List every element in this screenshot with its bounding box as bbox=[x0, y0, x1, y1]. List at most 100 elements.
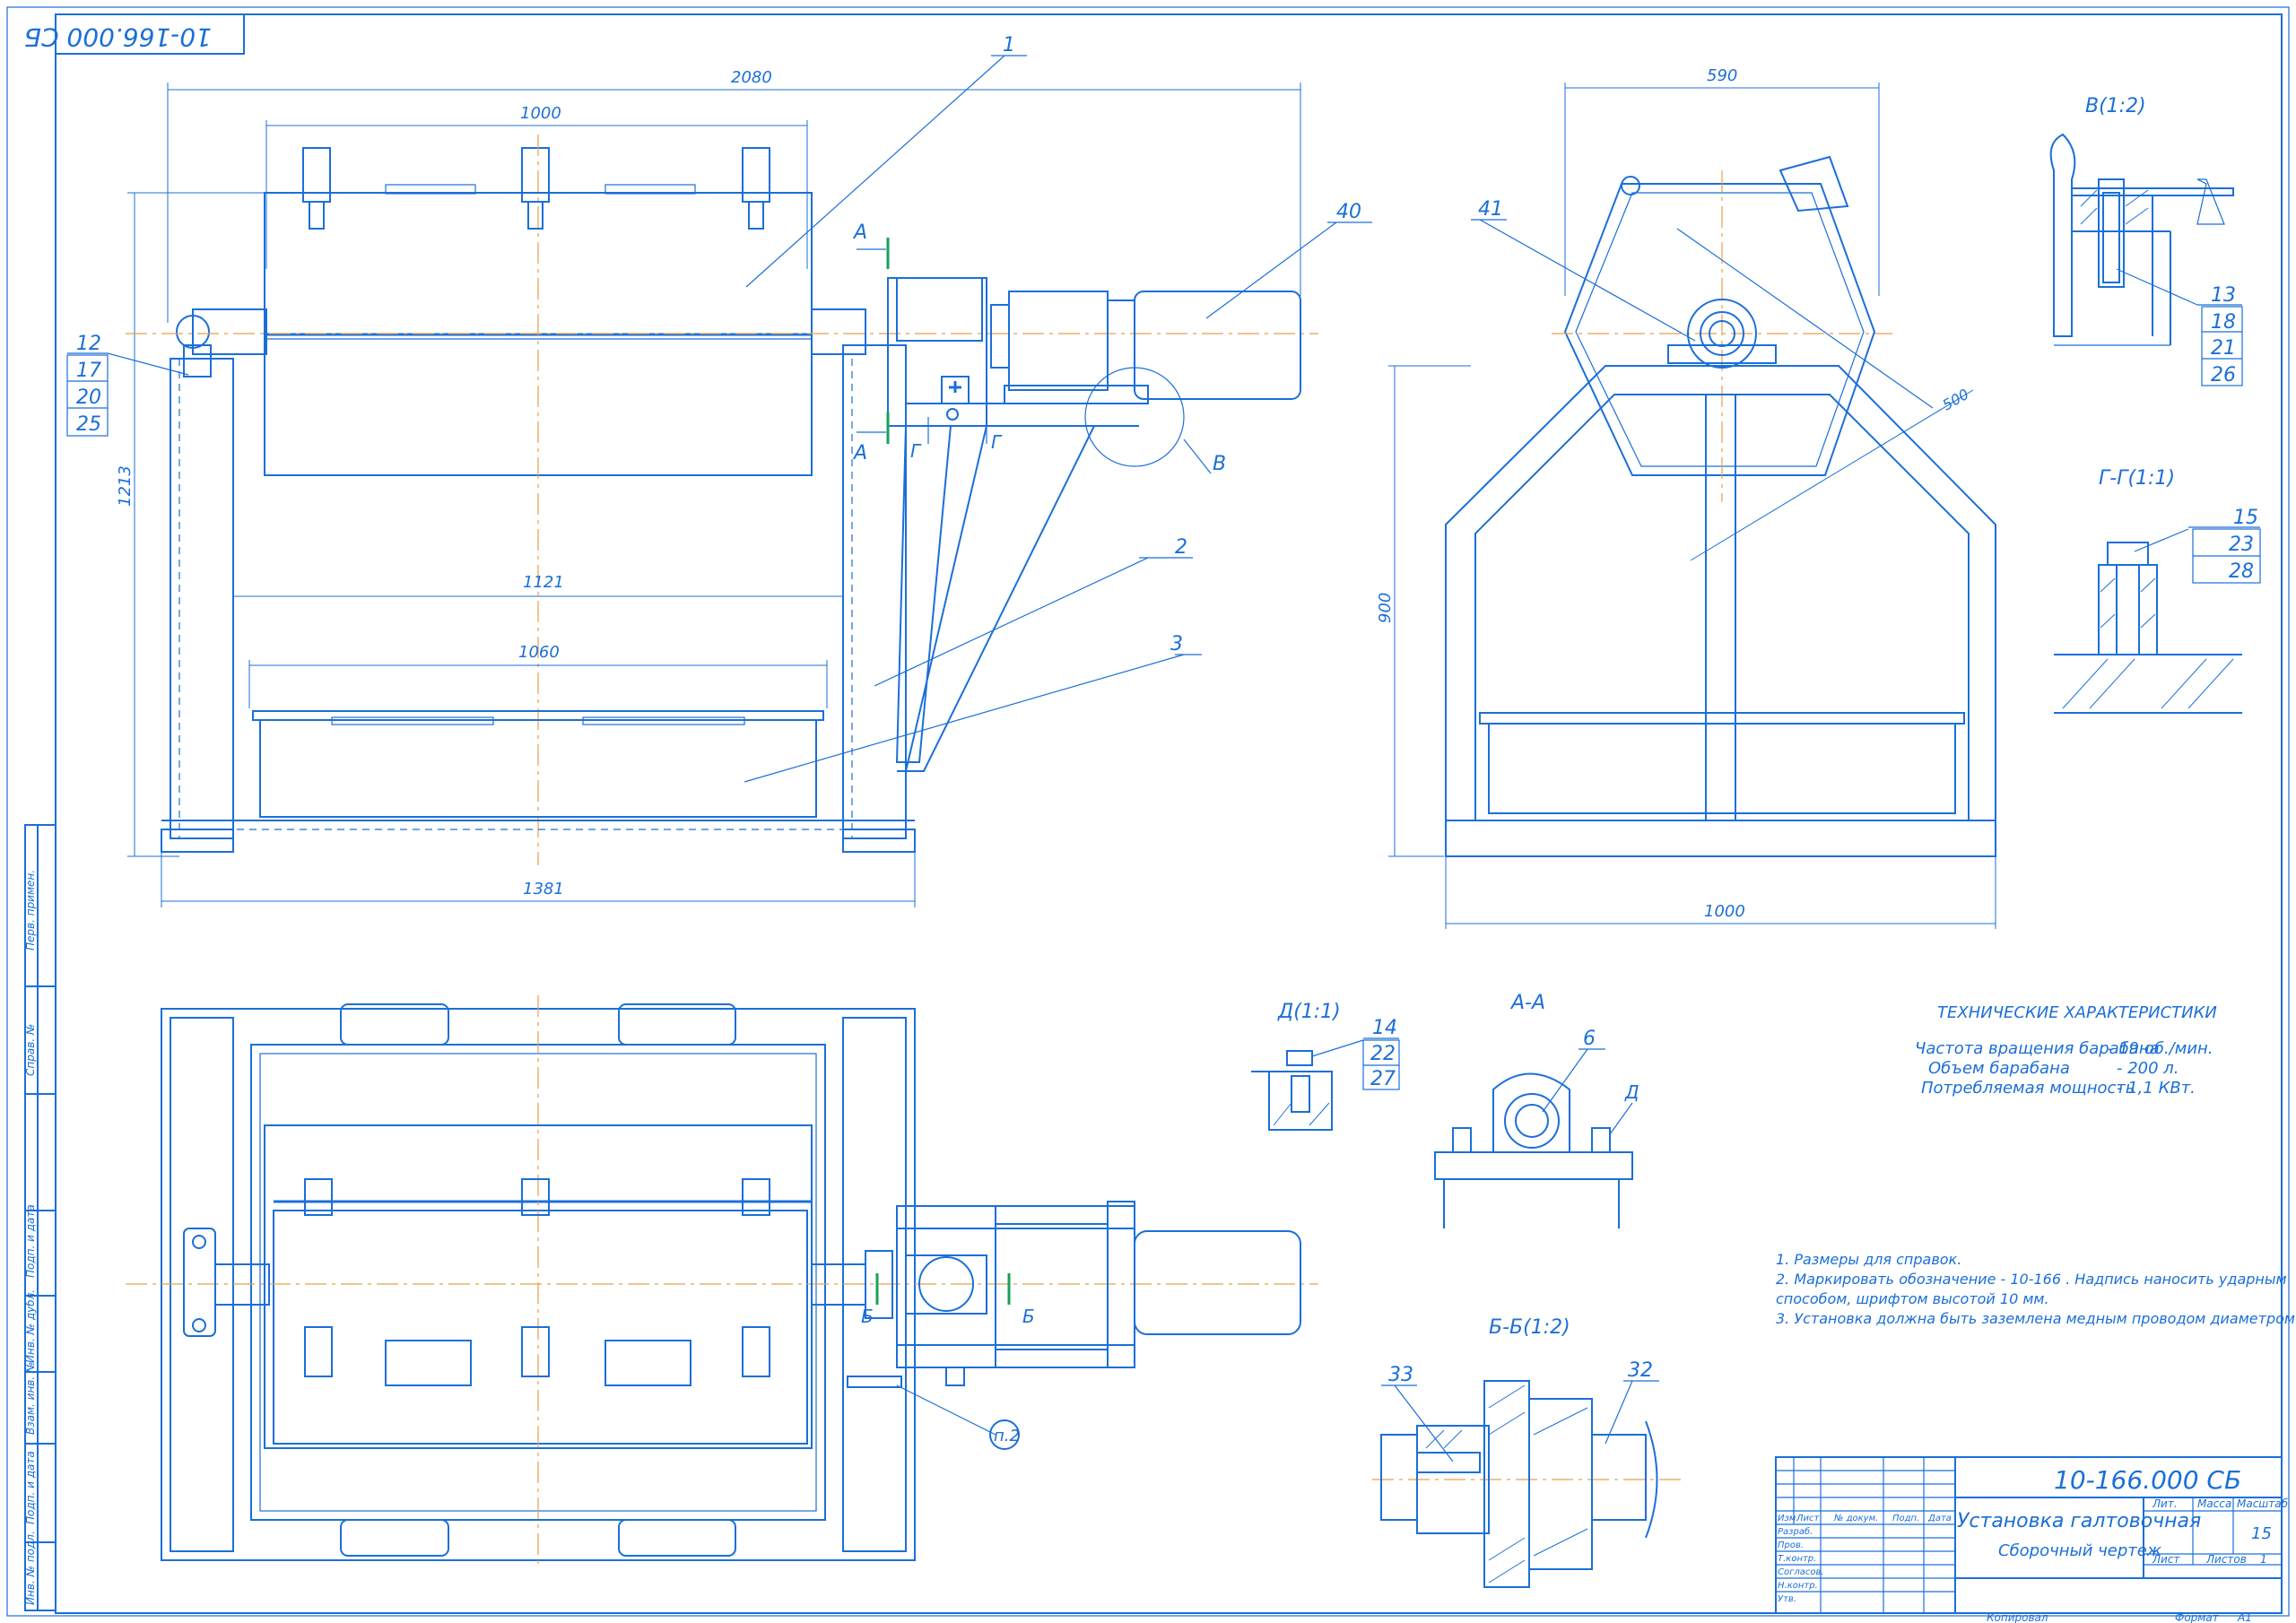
hdr-2: № докум. bbox=[1833, 1514, 1878, 1523]
view-bb-title: Б-Б(1:2) bbox=[1489, 1316, 1570, 1339]
specs-title: ТЕХНИЧЕСКИЕ ХАРАКТЕРИСТИКИ bbox=[1937, 1003, 2217, 1022]
title-col-mass: Масса bbox=[2197, 1497, 2231, 1510]
spec-label-1: Объем барабана bbox=[1928, 1059, 2070, 1078]
hdr-0: Изм. bbox=[1778, 1514, 1799, 1523]
section-view-aa: А-А 6 Д bbox=[1434, 992, 1639, 1228]
role-4: Н.контр. bbox=[1778, 1581, 1818, 1591]
title-sheets-value: 1 bbox=[2260, 1553, 2267, 1566]
outer-frame bbox=[6, 6, 2290, 1617]
strip-label-4: Взам. инв. № bbox=[24, 1362, 37, 1435]
view-v-title: В(1:2) bbox=[2085, 95, 2146, 117]
section-view-bb: Б-Б(1:2) 33 32 bbox=[1372, 1316, 1686, 1588]
pos-32: 32 bbox=[1628, 1359, 1653, 1382]
title-name: Установка галтовочная bbox=[1957, 1510, 2201, 1532]
section-mark-d: Д bbox=[1624, 1081, 1639, 1103]
dim-1381: 1381 bbox=[523, 880, 564, 898]
dim-2080: 2080 bbox=[731, 68, 772, 87]
pos-14: 14 bbox=[1372, 1017, 1397, 1039]
section-mark-a-bottom: А bbox=[852, 442, 867, 464]
pos-6: 6 bbox=[1583, 1028, 1596, 1050]
format-value: А1 bbox=[2237, 1611, 2252, 1623]
dim-590: 590 bbox=[1707, 66, 1737, 85]
pos-25: 25 bbox=[76, 413, 101, 436]
note-3: 3. Установка должна быть заземлена медны… bbox=[1776, 1310, 2296, 1327]
strip-label-2: Подп. и дата bbox=[24, 1204, 37, 1278]
note-2: способом, шрифтом высотой 10 мм. bbox=[1776, 1290, 2049, 1307]
section-mark-b-left: Б bbox=[861, 1306, 874, 1327]
pos-41: 41 bbox=[1478, 198, 1503, 221]
strip-label-3: Инв. № дубл. bbox=[24, 1289, 37, 1363]
rotated-doc-code: 10-166.000 СБ bbox=[24, 22, 212, 52]
detail-view-v: В(1:2) 13 18 21 26 bbox=[2049, 95, 2243, 386]
section-mark-a-top: А bbox=[852, 221, 867, 244]
pos-17: 17 bbox=[76, 360, 101, 382]
title-scale: 15 bbox=[2251, 1524, 2272, 1543]
section-mark-g-right: Г bbox=[991, 431, 1003, 453]
strip-label-1: Справ. № bbox=[24, 1024, 37, 1076]
pos-18: 18 bbox=[2211, 311, 2236, 334]
section-mark-g-left: Г bbox=[910, 440, 922, 462]
title-sheets-label: Листов bbox=[2205, 1553, 2247, 1566]
pos-3: 3 bbox=[1170, 633, 1183, 655]
detail-view-d: Д(1:1) 14 22 27 bbox=[1251, 1001, 1400, 1131]
note-ref: п.2 bbox=[994, 1427, 1020, 1445]
front-view: 2080 1000 1213 1121 1060 1381 А А Г Г 1 … bbox=[66, 34, 1372, 907]
role-2: Т.контр. bbox=[1778, 1554, 1816, 1564]
title-subtitle: Сборочный чертеж bbox=[1998, 1541, 2162, 1560]
section-mark-b-right: Б bbox=[1022, 1306, 1035, 1327]
pos-2: 2 bbox=[1175, 536, 1187, 559]
spec-value-0: - 19 об./мин. bbox=[2108, 1039, 2213, 1058]
dim-1000-side: 1000 bbox=[1704, 902, 1745, 921]
strip-label-0: Перв. примен. bbox=[24, 870, 37, 950]
hdr-1: Лист bbox=[1796, 1514, 1821, 1523]
pos-26: 26 bbox=[2211, 364, 2236, 386]
pos-13: 13 bbox=[2211, 284, 2236, 307]
strip-label-6: Инв. № подл. bbox=[24, 1531, 37, 1605]
section-view-gg: Г-Г(1:1) 15 23 28 bbox=[2054, 467, 2261, 714]
title-col-scale: Масштаб bbox=[2237, 1497, 2289, 1510]
dim-1000-front: 1000 bbox=[520, 104, 561, 123]
title-code: 10-166.000 СБ bbox=[2054, 1465, 2241, 1495]
pos-27: 27 bbox=[1370, 1068, 1396, 1090]
view-d-title: Д(1:1) bbox=[1277, 1001, 1341, 1023]
strip-label-5: Подп. и дата bbox=[24, 1451, 37, 1524]
pos-33: 33 bbox=[1388, 1364, 1413, 1386]
dim-1121: 1121 bbox=[523, 573, 564, 592]
spec-value-2: - 1,1 КВт. bbox=[2117, 1079, 2196, 1098]
dim-900: 900 bbox=[1376, 593, 1395, 623]
tech-specs: ТЕХНИЧЕСКИЕ ХАРАКТЕРИСТИКИ Частота враще… bbox=[1915, 1003, 2217, 1098]
pos-12: 12 bbox=[76, 333, 101, 355]
pos-40: 40 bbox=[1336, 201, 1361, 223]
notes: 1. Размеры для справок. 2. Маркировать о… bbox=[1776, 1251, 2296, 1327]
role-5: Утв. bbox=[1778, 1594, 1796, 1604]
view-gg-title: Г-Г(1:1) bbox=[2099, 467, 2175, 490]
note-1: 2. Маркировать обозначение - 10-166 . На… bbox=[1776, 1271, 2287, 1288]
pos-15: 15 bbox=[2233, 507, 2258, 529]
format-label: Формат bbox=[2175, 1611, 2220, 1623]
rotated-code-box: 10-166.000 СБ bbox=[24, 13, 245, 55]
hdr-4: Дата bbox=[1927, 1514, 1952, 1523]
note-0: 1. Размеры для справок. bbox=[1776, 1251, 1961, 1268]
role-3: Согласов. bbox=[1778, 1567, 1824, 1577]
spec-value-1: - 200 л. bbox=[2117, 1059, 2179, 1078]
copied-label: Копировал bbox=[1987, 1611, 2048, 1623]
dim-1213: 1213 bbox=[116, 465, 135, 507]
plan-view: п.2 Б Б bbox=[126, 995, 1318, 1569]
title-sheet-label: Лист bbox=[2152, 1553, 2180, 1566]
pos-23: 23 bbox=[2229, 534, 2254, 556]
role-1: Пров. bbox=[1778, 1541, 1804, 1550]
pos-1: 1 bbox=[1003, 34, 1015, 56]
pos-20: 20 bbox=[76, 386, 101, 409]
role-0: Разраб. bbox=[1778, 1526, 1813, 1537]
view-aa-title: А-А bbox=[1509, 992, 1545, 1014]
title-col-lit: Лит. bbox=[2152, 1497, 2178, 1510]
dim-1060: 1060 bbox=[518, 643, 560, 662]
pos-21: 21 bbox=[2211, 337, 2236, 360]
pos-22: 22 bbox=[1370, 1043, 1396, 1065]
assembly-drawing-sheet: 10-166.000 СБ Перв. примен. Справ. № Под… bbox=[6, 6, 2296, 1623]
hdr-3: Подп. bbox=[1892, 1514, 1919, 1523]
title-block: 10-166.000 СБ Установка галтовочная Сбор… bbox=[1775, 1456, 2289, 1623]
pos-28: 28 bbox=[2229, 560, 2254, 583]
side-view: 590 500 900 1000 41 bbox=[1376, 66, 1996, 929]
spec-label-2: Потребляемая мощность bbox=[1921, 1079, 2135, 1098]
